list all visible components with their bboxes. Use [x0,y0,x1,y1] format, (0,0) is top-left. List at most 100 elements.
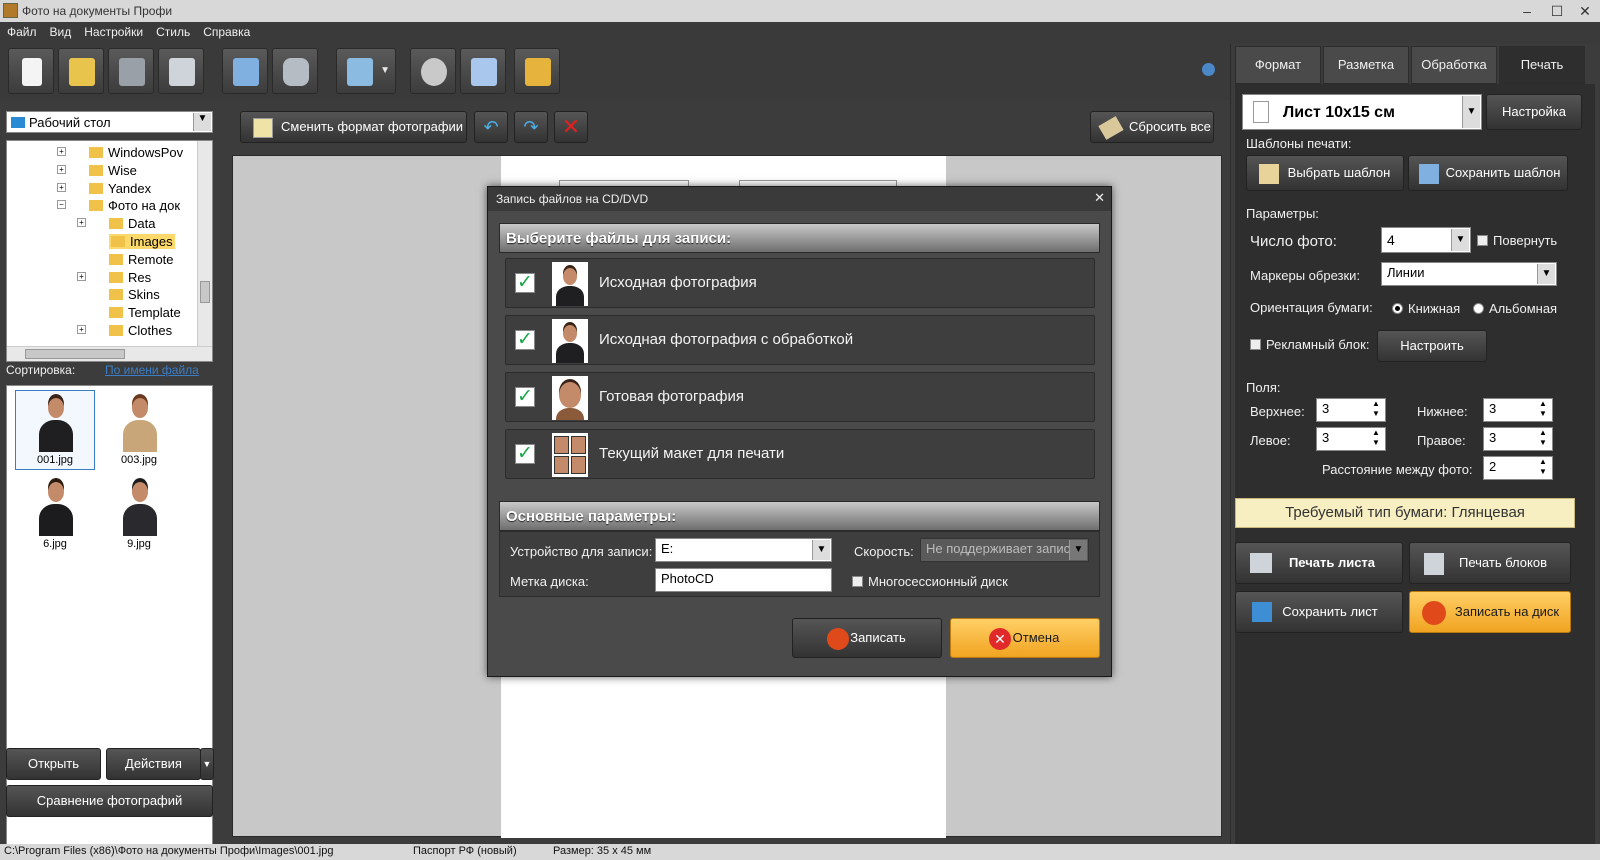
bottom-margin-input[interactable]: 3 ▲ ▼ [1483,398,1553,422]
top-margin-input[interactable]: 3 ▲ ▼ [1316,398,1386,422]
change-format-button[interactable]: Сменить формат фотографии [240,111,467,143]
tab-layout[interactable]: Разметка [1323,46,1409,84]
folder-tree[interactable]: + WindowsPov + Wise + Yandex − Фото на док + Data… [6,140,213,362]
spinner-icon[interactable]: ▲ ▼ [1534,428,1552,450]
spinner-icon[interactable]: ▲ ▼ [1367,399,1385,421]
disc-label-input[interactable]: PhotoCD [655,568,832,592]
checkbox-checked[interactable]: ✓ [515,273,535,293]
portrait-radio[interactable]: Книжная [1392,301,1460,316]
new-button[interactable] [8,48,54,94]
expander-icon[interactable]: + [77,271,86,281]
checkbox-checked[interactable]: ✓ [515,330,535,350]
spacing-input[interactable]: 2 ▲ ▼ [1483,456,1553,480]
sort-link[interactable]: По имени файла [105,363,199,377]
video-button[interactable] [410,48,456,94]
expander-icon[interactable]: − [57,200,66,210]
tree-item[interactable]: Skins [109,287,160,302]
sheet-select[interactable]: Лист 10x15 см ▼ [1242,94,1482,130]
tree-item[interactable]: + Res [77,270,151,285]
tree-item[interactable]: Remote [109,252,174,267]
spinner-icon[interactable]: ▲ ▼ [1534,457,1552,479]
landscape-radio[interactable]: Альбомная [1473,301,1557,316]
package-button[interactable] [460,48,506,94]
setup-button[interactable]: Настройка [1486,94,1582,130]
rotate-left-button[interactable]: ↶ [474,111,508,143]
menu-settings[interactable]: Настройки [77,22,149,39]
file-option-row[interactable]: ✓ Текущий макет для печати [505,429,1095,479]
tree-item[interactable]: − Фото на док [57,198,180,213]
rotate-right-button[interactable]: ↷ [514,111,548,143]
tab-processing[interactable]: Обработка [1411,46,1497,84]
folder-select[interactable]: Рабочий стол ▼ [6,111,213,133]
tree-vertical-scrollbar[interactable] [197,141,212,347]
open-file-button[interactable] [58,48,104,94]
actions-dropdown[interactable]: ▼ [200,748,214,780]
tree-item[interactable]: + Wise [57,163,137,178]
folder-icon [109,253,123,265]
ad-block-checkbox[interactable]: Рекламный блок: [1250,337,1369,352]
menu-style[interactable]: Стиль [149,22,196,39]
print-button[interactable] [158,48,204,94]
expander-icon[interactable]: + [77,218,86,228]
photo-button[interactable] [222,48,268,94]
save-template-button[interactable]: Сохранить шаблон [1408,155,1568,191]
close-window-button[interactable]: ✕ [1570,2,1600,20]
tab-format[interactable]: Формат [1235,46,1321,84]
spinner-icon[interactable]: ▲ ▼ [1534,399,1552,421]
info-icon[interactable] [1202,63,1215,76]
tree-item[interactable]: Template [109,305,181,320]
menu-view[interactable]: Вид [43,22,78,39]
file-option-row[interactable]: ✓ Готовая фотография [505,372,1095,422]
tree-item[interactable]: + WindowsPov [57,145,183,160]
rotate-checkbox[interactable]: Повернуть [1477,233,1557,248]
print-sheet-button[interactable]: Печать листа [1235,542,1403,584]
checkbox-checked[interactable]: ✓ [515,444,535,464]
expander-icon[interactable]: + [77,325,86,334]
actions-button[interactable]: Действия [106,748,201,780]
crop-markers-select[interactable]: Линии ▼ [1381,262,1557,286]
speed-select[interactable]: Не поддерживает запись ▼ [920,538,1089,562]
delete-button[interactable]: ✕ [554,111,588,143]
tree-item[interactable]: Images [109,234,175,249]
minimize-button[interactable]: – [1512,2,1542,20]
cart-button[interactable] [514,48,560,94]
menu-file[interactable]: Файл [0,22,43,39]
reset-all-button[interactable]: Сбросить все [1090,111,1214,143]
choose-template-button[interactable]: Выбрать шаблон [1246,155,1404,191]
multisession-checkbox[interactable]: Многосессионный диск [852,574,1008,589]
close-icon[interactable]: ✕ [1094,190,1105,206]
tree-horizontal-scrollbar[interactable] [7,346,212,361]
camera-button[interactable] [272,48,318,94]
tree-item[interactable]: + Clothes [77,323,172,338]
dialog-cancel-button[interactable]: ✕ Отмена [950,618,1100,658]
file-thumbnail[interactable]: 9.jpg [99,474,179,554]
file-option-row[interactable]: ✓ Исходная фотография [505,258,1095,308]
photo-count-select[interactable]: 4 ▼ [1381,227,1471,253]
burn-disc-button[interactable]: Записать на диск [1409,591,1571,633]
image-menu-button[interactable]: ▼ [336,48,396,94]
menu-help[interactable]: Справка [196,22,256,39]
checkbox-checked[interactable]: ✓ [515,387,535,407]
maximize-button[interactable]: ☐ [1542,2,1572,20]
device-select[interactable]: E: ▼ [655,538,832,562]
expander-icon[interactable]: + [57,164,66,174]
save-button[interactable] [108,48,154,94]
save-sheet-button[interactable]: Сохранить лист [1235,591,1403,633]
dialog-burn-button[interactable]: Записать [792,618,942,658]
expander-icon[interactable]: + [57,182,66,192]
file-thumbnail[interactable]: 001.jpg [15,390,95,470]
spinner-icon[interactable]: ▲ ▼ [1367,428,1385,450]
file-thumbnail[interactable]: 003.jpg [99,390,179,470]
compare-photos-button[interactable]: Сравнение фотографий [6,785,213,817]
configure-button[interactable]: Настроить [1377,330,1487,362]
tab-print[interactable]: Печать [1499,46,1585,84]
tree-item[interactable]: + Yandex [57,181,151,196]
expander-icon[interactable]: + [57,147,66,156]
left-margin-input[interactable]: 3 ▲ ▼ [1316,427,1386,451]
right-margin-input[interactable]: 3 ▲ ▼ [1483,427,1553,451]
tree-item[interactable]: + Data [77,216,155,231]
print-blocks-button[interactable]: Печать блоков [1409,542,1571,584]
open-button[interactable]: Открыть [6,748,101,780]
file-option-row[interactable]: ✓ Исходная фотография с обработкой [505,315,1095,365]
file-thumbnail[interactable]: 6.jpg [15,474,95,554]
